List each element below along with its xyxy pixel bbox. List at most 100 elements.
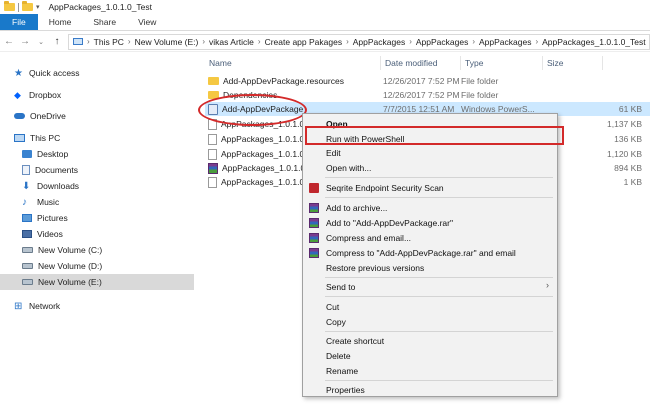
nav-item-drive-c[interactable]: New Volume (C:) <box>22 242 102 258</box>
file-name: AppPackages_1.0.1.0_ <box>221 149 309 159</box>
nav-item-label: Desktop <box>37 149 69 159</box>
dropbox-icon: ◆ <box>14 89 21 100</box>
menu-item-rename[interactable]: Rename <box>303 363 557 378</box>
menu-item-send-to[interactable]: Send to › <box>303 279 557 294</box>
highlight-ellipse <box>198 94 307 126</box>
file-row[interactable]: Add-AppDevPackage.resources 12/26/2017 7… <box>205 74 650 88</box>
menu-item-label: Add to archive... <box>326 202 388 213</box>
tab-file[interactable]: File <box>0 14 38 30</box>
nav-item-label: Downloads <box>37 181 80 191</box>
file-icon <box>208 133 217 145</box>
menu-item-add-to-rar[interactable]: Add to "Add-AppDevPackage.rar" <box>303 215 557 230</box>
folder-icon <box>208 77 219 85</box>
file-size: 1 KB <box>623 177 642 187</box>
column-header-name[interactable]: Name <box>205 56 381 70</box>
file-size: 61 KB <box>618 104 642 114</box>
chevron-right-icon: › <box>535 37 539 46</box>
chevron-right-icon: › <box>346 37 349 46</box>
nav-item-label: Dropbox <box>29 90 62 100</box>
nav-item-videos[interactable]: Videos <box>22 226 63 242</box>
breadcrumb-item[interactable]: AppPackages <box>479 37 531 47</box>
navigation-pane: ★ Quick access ◆ Dropbox OneDrive This P… <box>0 60 194 418</box>
breadcrumb-item[interactable]: New Volume (E:) <box>135 37 199 47</box>
menu-item-cut[interactable]: Cut <box>303 299 557 314</box>
seqrite-icon <box>309 183 319 193</box>
music-icon: ♪ <box>22 196 27 208</box>
column-header-date[interactable]: Date modified <box>381 56 461 70</box>
nav-item-desktop[interactable]: Desktop <box>22 146 68 162</box>
menu-item-add-to-archive[interactable]: Add to archive... <box>303 200 557 215</box>
chevron-down-icon[interactable]: ⌄ <box>36 38 46 46</box>
file-type: File folder <box>461 90 499 100</box>
nav-item-drive-d[interactable]: New Volume (D:) <box>22 258 102 274</box>
document-icon <box>22 165 30 175</box>
nav-item-documents[interactable]: Documents <box>22 162 78 178</box>
file-size: 894 KB <box>614 163 642 173</box>
nav-item-pictures[interactable]: Pictures <box>22 210 68 226</box>
file-date: 12/26/2017 7:52 PM <box>383 76 460 86</box>
nav-item-label: This PC <box>30 133 61 143</box>
nav-item-network[interactable]: ⊞ Network <box>14 298 60 314</box>
drive-icon <box>22 247 33 253</box>
breadcrumb-item[interactable]: vikas Article <box>209 37 254 47</box>
nav-item-music[interactable]: ♪ Music <box>22 194 59 210</box>
menu-item-compress-rar-email[interactable]: Compress to "Add-AppDevPackage.rar" and … <box>303 245 557 260</box>
breadcrumb-item[interactable]: AppPackages <box>416 37 468 47</box>
file-name: AppPackages_1.0.1.0_ <box>222 163 310 173</box>
tab-view[interactable]: View <box>127 14 167 30</box>
menu-item-seqrite-scan[interactable]: Seqrite Endpoint Security Scan <box>303 180 557 195</box>
breadcrumb-item[interactable]: AppPackages_1.0.1.0_Test <box>542 37 646 47</box>
nav-item-this-pc[interactable]: This PC <box>14 130 60 146</box>
title-bar: ▾ AppPackages_1.0.1.0_Test <box>0 0 650 14</box>
menu-item-restore-previous[interactable]: Restore previous versions <box>303 260 557 275</box>
nav-item-label: Pictures <box>37 213 68 223</box>
menu-item-properties[interactable]: Properties <box>303 382 557 397</box>
chevron-right-icon: › <box>127 37 131 46</box>
file-icon <box>208 176 217 188</box>
title-separator <box>18 2 19 12</box>
address-row: ← → ⌄ ↑ › This PC › New Volume (E:) › vi… <box>0 32 650 52</box>
tab-share[interactable]: Share <box>82 14 127 30</box>
menu-separator <box>325 380 553 381</box>
menu-item-open-with[interactable]: Open with... <box>303 160 557 175</box>
file-icon <box>208 148 217 160</box>
column-header-size[interactable]: Size <box>543 56 603 70</box>
video-icon <box>22 230 32 238</box>
address-bar[interactable]: › This PC › New Volume (E:) › vikas Arti… <box>68 33 650 50</box>
breadcrumb-item[interactable]: This PC <box>94 37 124 47</box>
nav-item-dropbox[interactable]: ◆ Dropbox <box>14 87 61 103</box>
chevron-down-icon[interactable]: ▾ <box>36 3 40 11</box>
tab-home[interactable]: Home <box>38 14 83 30</box>
nav-item-drive-e[interactable]: New Volume (E:) <box>0 274 194 290</box>
menu-item-edit[interactable]: Edit <box>303 145 557 160</box>
file-size: 136 KB <box>614 134 642 144</box>
file-size: 1,120 KB <box>607 149 642 159</box>
menu-item-delete[interactable]: Delete <box>303 348 557 363</box>
file-date: 12/26/2017 7:52 PM <box>383 90 460 100</box>
folder-icon[interactable] <box>22 1 33 11</box>
column-header-type[interactable]: Type <box>461 56 543 70</box>
file-name: Add-AppDevPackage.resources <box>223 76 344 86</box>
back-arrow-icon[interactable]: ← <box>4 36 14 47</box>
nav-item-onedrive[interactable]: OneDrive <box>14 108 66 124</box>
breadcrumb-item[interactable]: Create app Pakages <box>265 37 343 47</box>
menu-item-copy[interactable]: Copy <box>303 314 557 329</box>
chevron-right-icon: › <box>87 37 90 46</box>
window-title: AppPackages_1.0.1.0_Test <box>48 2 153 12</box>
breadcrumb-item[interactable]: AppPackages <box>353 37 405 47</box>
file-type: File folder <box>461 76 499 86</box>
nav-item-label: Network <box>29 301 61 311</box>
menu-item-label: Add to "Add-AppDevPackage.rar" <box>326 217 453 228</box>
nav-item-label: New Volume (E:) <box>38 277 102 287</box>
forward-arrow-icon[interactable]: → <box>20 36 30 47</box>
menu-item-create-shortcut[interactable]: Create shortcut <box>303 333 557 348</box>
chevron-right-icon: › <box>546 280 549 290</box>
menu-separator <box>325 277 553 278</box>
nav-item-downloads[interactable]: ⬇ Downloads <box>22 178 79 194</box>
winrar-icon <box>309 203 319 213</box>
file-name: AppPackages_1.0.1.0_ <box>221 177 309 187</box>
up-arrow-icon[interactable]: ↑ <box>52 36 62 47</box>
nav-item-quick-access[interactable]: ★ Quick access <box>14 65 80 81</box>
menu-item-compress-email[interactable]: Compress and email... <box>303 230 557 245</box>
menu-item-label: Send to <box>326 281 356 292</box>
